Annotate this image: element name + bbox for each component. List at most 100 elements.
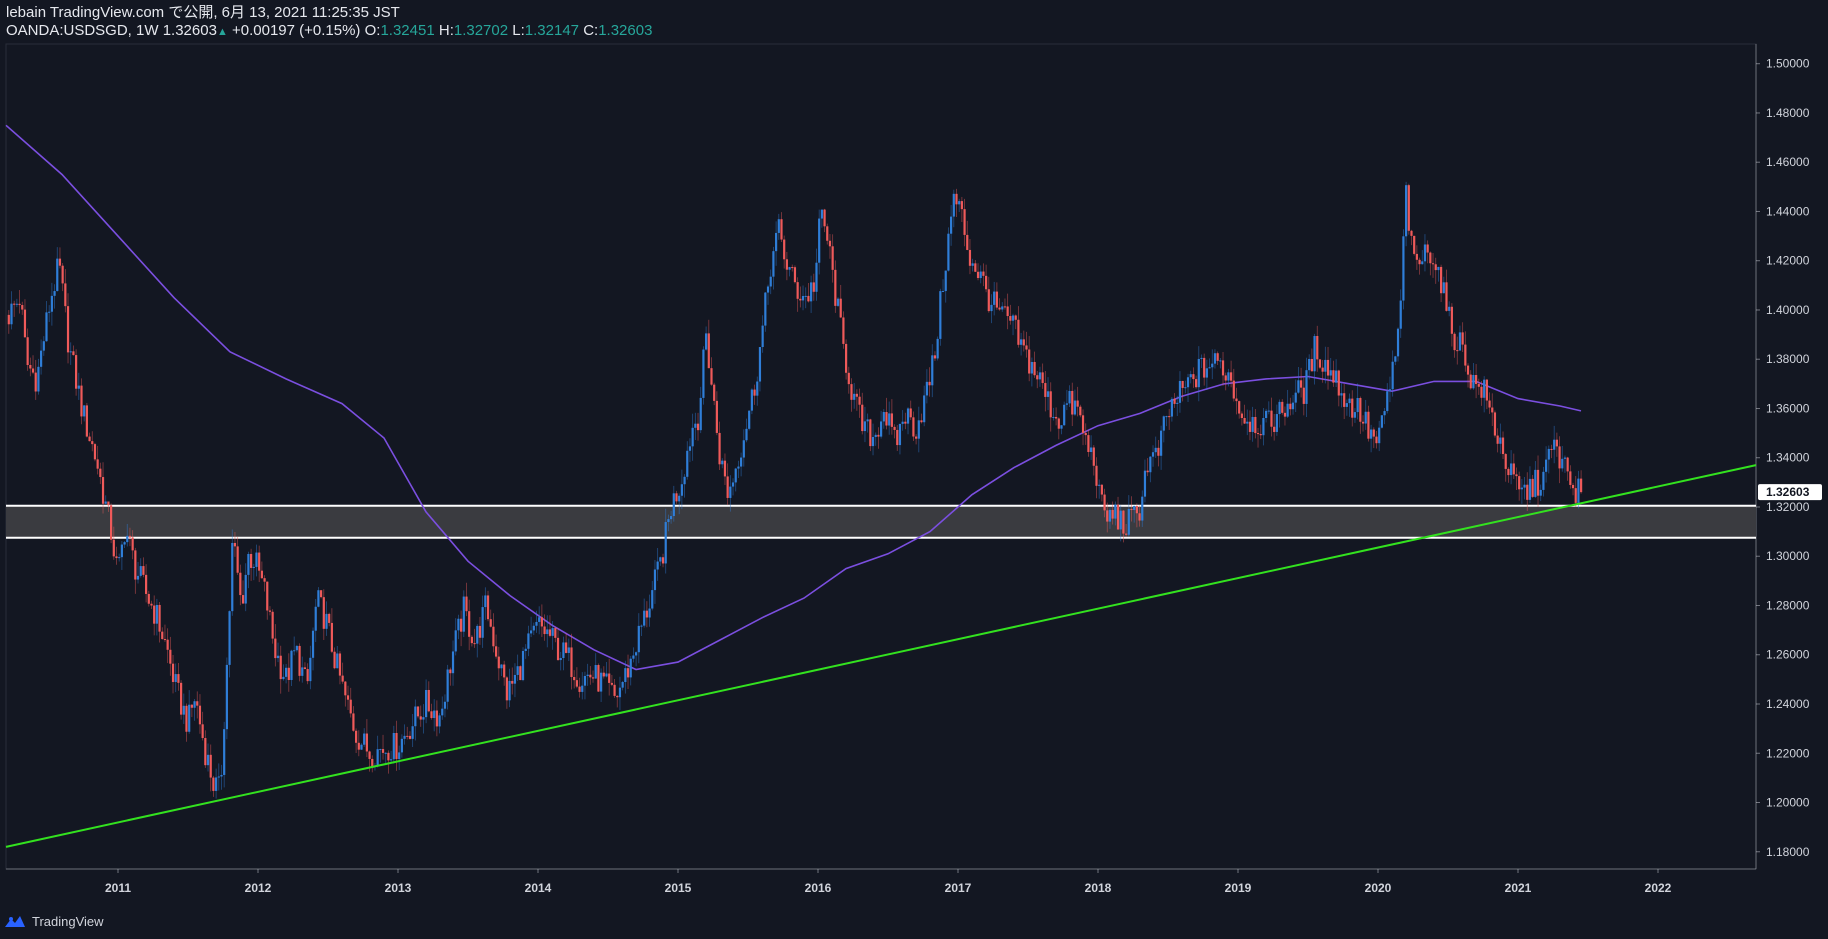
candle <box>1450 303 1453 347</box>
candle <box>740 452 743 477</box>
candle <box>271 609 274 644</box>
candle <box>573 670 576 689</box>
candle <box>1281 399 1284 415</box>
candle <box>145 564 148 603</box>
candle <box>110 503 113 544</box>
candle <box>1149 456 1152 483</box>
time-axis[interactable]: 2011 2012 2013 2014 2015 2016 2017 2018 2019 2020… <box>105 869 1672 895</box>
candle <box>594 653 597 679</box>
candle <box>815 248 818 301</box>
candle <box>761 315 764 353</box>
candle <box>1405 181 1408 247</box>
candle <box>597 663 600 693</box>
candle <box>661 553 665 568</box>
candle <box>554 626 557 643</box>
candle <box>1052 407 1055 421</box>
candle <box>7 310 10 334</box>
candle <box>793 265 797 284</box>
candle <box>1308 354 1311 380</box>
candle <box>1028 336 1031 382</box>
candle <box>532 622 535 636</box>
candle <box>158 601 161 643</box>
candle <box>72 345 75 356</box>
candle <box>1160 425 1163 470</box>
candle <box>1256 428 1260 448</box>
candle <box>241 580 245 604</box>
candle <box>75 349 78 396</box>
candle <box>958 198 961 212</box>
candle <box>1046 377 1050 411</box>
candle <box>1181 380 1184 402</box>
candle <box>1343 383 1346 420</box>
candle <box>705 326 708 351</box>
y-tick-label: 1.40000 <box>1766 303 1810 317</box>
candle <box>1297 367 1300 394</box>
candle <box>96 445 99 475</box>
footer-brand[interactable]: TradingView <box>32 914 104 929</box>
y-tick-label: 1.42000 <box>1766 254 1810 268</box>
price-chart[interactable]: 1.50000 1.48000 1.46000 1.44000 1.42000 1.400… <box>0 0 1828 939</box>
candle <box>947 227 950 272</box>
candle <box>1469 370 1472 390</box>
candle <box>1380 415 1383 429</box>
candle <box>282 664 285 681</box>
candle <box>540 604 543 637</box>
candle <box>861 392 864 435</box>
candle <box>298 643 301 682</box>
candle <box>360 743 363 750</box>
candle <box>928 367 931 397</box>
candle <box>435 700 438 737</box>
candle <box>454 618 457 656</box>
candle <box>1235 387 1238 415</box>
candle <box>527 625 530 657</box>
candle <box>174 663 177 693</box>
svg-text:1.32603: 1.32603 <box>1766 485 1810 499</box>
candle <box>974 260 977 273</box>
candle <box>392 725 395 764</box>
candle <box>443 694 447 718</box>
candle <box>1483 376 1486 413</box>
candle <box>352 706 355 732</box>
price-axis[interactable]: 1.50000 1.48000 1.46000 1.44000 1.42000 1.400… <box>1756 57 1822 859</box>
candle <box>955 188 958 217</box>
candle <box>570 633 573 690</box>
candle <box>702 346 705 405</box>
candle <box>1221 351 1225 386</box>
candle <box>155 598 158 636</box>
candle <box>403 724 406 745</box>
candle <box>804 287 807 309</box>
candle <box>1515 467 1518 491</box>
candle <box>726 463 729 506</box>
x-tick-label: 2022 <box>1645 881 1672 895</box>
candle <box>163 624 167 642</box>
candle <box>1510 450 1513 485</box>
candle <box>508 668 511 708</box>
candle <box>530 616 533 638</box>
candle <box>753 384 756 405</box>
candle <box>120 541 123 570</box>
candle <box>91 431 94 452</box>
candle <box>1162 415 1165 443</box>
candle <box>1440 264 1443 303</box>
candle <box>933 351 937 361</box>
candle <box>1033 351 1036 378</box>
candle <box>185 703 188 742</box>
candle <box>1232 368 1235 402</box>
candle <box>390 750 393 763</box>
candle <box>853 382 856 409</box>
last-price-label: 1.32603 <box>1758 484 1822 501</box>
candle <box>468 599 471 651</box>
candle <box>1049 382 1052 432</box>
candle <box>1375 431 1378 449</box>
candle <box>427 681 430 713</box>
candle <box>215 768 218 799</box>
candle <box>548 615 552 638</box>
candle <box>88 432 91 442</box>
candle <box>855 389 858 411</box>
candle <box>785 251 788 281</box>
candle <box>1071 382 1074 427</box>
candle <box>807 283 810 303</box>
candle <box>182 693 185 724</box>
candle <box>941 279 945 293</box>
candle <box>801 285 805 311</box>
